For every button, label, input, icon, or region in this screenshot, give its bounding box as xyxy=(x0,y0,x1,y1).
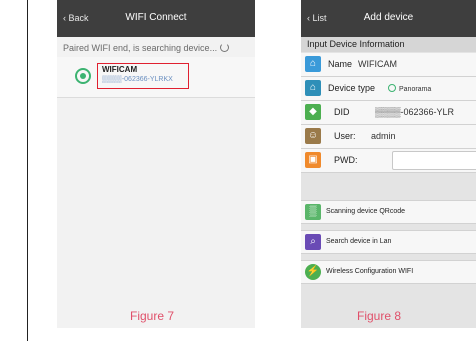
user-field[interactable]: admin xyxy=(371,131,396,141)
figure-7-caption: Figure 7 xyxy=(130,309,175,323)
device-type-row: ⌂ Device type Panorama xyxy=(301,77,476,101)
name-label: Name xyxy=(328,59,353,69)
pwd-label: PWD: xyxy=(334,155,358,165)
did-field[interactable]: ▒▒▒▒-062366-YLR xyxy=(375,107,454,117)
titlebar: ‹ List Add device xyxy=(301,0,476,37)
device-type-label: Device type xyxy=(328,83,376,93)
wireless-config-button[interactable]: ⚡ Wireless Configuration WIFI xyxy=(301,260,476,284)
scan-qrcode-label: Scanning device QRcode xyxy=(326,208,405,215)
name-field[interactable]: WIFICAM xyxy=(358,59,397,69)
screen-title: WIFI Connect xyxy=(125,12,187,23)
wireless-config-label: Wireless Configuration WIFI xyxy=(326,268,414,275)
page-divider-line xyxy=(27,0,28,341)
scan-qrcode-button[interactable]: ▒ Scanning device QRcode xyxy=(301,200,476,224)
wifi-connect-screen: ‹ Back WIFI Connect Paired WIFI end, is … xyxy=(57,0,255,328)
search-status-text: Paired WIFI end, is searching device... xyxy=(63,43,218,53)
home-icon: ⌂ xyxy=(305,56,321,72)
pwd-row: ▣ PWD: xyxy=(301,149,476,173)
search-lan-button[interactable]: ⌕ Search device in Lan xyxy=(301,230,476,254)
screen-title: Add device xyxy=(363,12,414,23)
titlebar: ‹ Back WIFI Connect xyxy=(57,0,255,37)
user-label: User: xyxy=(334,131,356,141)
device-id: ▒▒▒▒-062366-YLRKX xyxy=(102,76,173,83)
password-field[interactable] xyxy=(392,151,476,170)
qrcode-icon: ▒ xyxy=(305,204,321,220)
section-header: Input Device Information xyxy=(301,37,476,52)
highlight-box: WIFICAM ▒▒▒▒-062366-YLRKX xyxy=(97,63,189,89)
device-name: WIFICAM xyxy=(102,65,138,74)
device-type-select[interactable]: Panorama xyxy=(388,84,431,93)
figure-8-caption: Figure 8 xyxy=(357,309,402,323)
panorama-icon xyxy=(388,84,396,92)
lock-icon: ▣ xyxy=(305,152,321,168)
device-list-item[interactable]: WIFICAM ▒▒▒▒-062366-YLRKX xyxy=(57,57,255,98)
name-row: ⌂ Name WIFICAM xyxy=(301,53,476,77)
user-icon: ☺ xyxy=(305,128,321,144)
search-icon: ⌕ xyxy=(305,234,321,250)
panorama-camera-icon xyxy=(75,68,91,84)
device-type-value: Panorama xyxy=(399,86,432,93)
did-row: ◆ DID ▒▒▒▒-062366-YLR xyxy=(301,101,476,125)
did-label: DID xyxy=(334,107,350,117)
shield-icon: ◆ xyxy=(305,104,321,120)
home-icon: ⌂ xyxy=(305,80,321,96)
lightning-icon: ⚡ xyxy=(305,264,321,280)
search-lan-label: Search device in Lan xyxy=(326,238,392,245)
search-status: Paired WIFI end, is searching device... xyxy=(63,43,230,53)
user-row: ☺ User: admin xyxy=(301,125,476,149)
loading-spinner-icon xyxy=(220,43,230,52)
add-device-screen: ‹ List Add device Input Device Informati… xyxy=(301,0,476,328)
